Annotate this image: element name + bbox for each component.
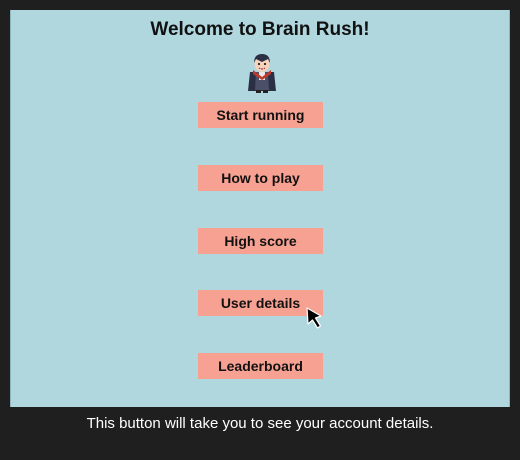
start-running-button[interactable]: Start running xyxy=(198,102,323,128)
mouse-cursor-icon xyxy=(306,307,322,329)
game-menu-panel: Welcome to Brain Rush! Start running How… xyxy=(10,10,510,407)
high-score-button[interactable]: High score xyxy=(198,228,323,254)
vampire-icon xyxy=(248,54,276,93)
leaderboard-button[interactable]: Leaderboard xyxy=(198,353,323,379)
how-to-play-button[interactable]: How to play xyxy=(198,165,323,191)
game-title: Welcome to Brain Rush! xyxy=(150,19,370,40)
tooltip-caption: This button will take you to see your ac… xyxy=(86,415,434,432)
